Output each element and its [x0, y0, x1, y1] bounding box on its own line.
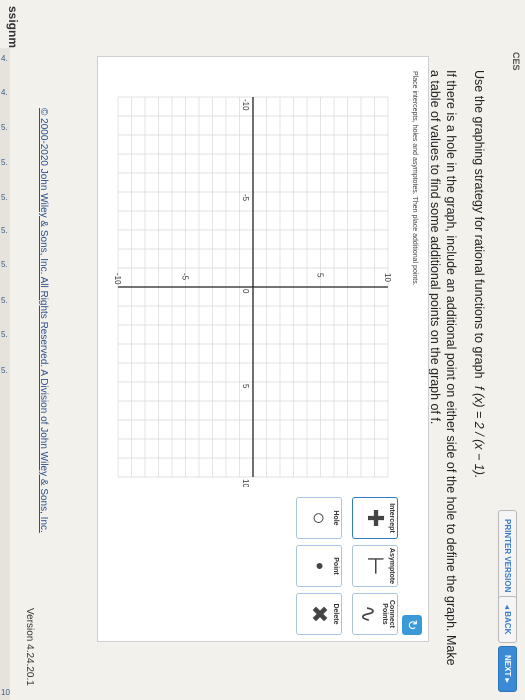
- question-list-item[interactable]: 5.: [1, 158, 8, 167]
- next-button[interactable]: NEXT ▸: [498, 646, 517, 692]
- x-tick-label: 5: [241, 384, 250, 389]
- hole-tool[interactable]: Hole ○: [296, 497, 342, 539]
- point-tool[interactable]: Point •: [296, 545, 342, 587]
- hole-instructions: If there is a hole in the graph, include…: [428, 70, 458, 666]
- refresh-icon[interactable]: ↻: [402, 615, 422, 635]
- connect-points-tool[interactable]: Connect Points ∿: [352, 593, 398, 635]
- question-list-item[interactable]: 10: [1, 688, 10, 697]
- y-tick-label: -10: [113, 273, 122, 285]
- page: ssignment 4. 4. 5. 5. 5. 5. 5. 5. 5. 5. …: [0, 0, 525, 700]
- x-tick-label: 0: [241, 289, 250, 294]
- question-list-item[interactable]: 5.: [1, 296, 8, 305]
- section-tab-label: CES: [511, 52, 521, 71]
- hole-icon: ○: [307, 511, 332, 525]
- intercept-tool[interactable]: Intercept ✚: [352, 497, 398, 539]
- graph-instructions: Place intercepts, holes and asymptotes. …: [411, 71, 418, 286]
- x-tick-label: -5: [241, 194, 250, 202]
- question-list-item[interactable]: 4.: [1, 88, 8, 97]
- tool-palette: Intercept ✚ Hole ○ Asymptote ⊢ Point • D…: [108, 497, 398, 635]
- graph-canvas[interactable]: -10 -5 0 5 10 10 5 -5 -10: [108, 87, 398, 487]
- asymptote-icon: ⊢: [363, 556, 388, 576]
- question-list-item[interactable]: 5.: [1, 123, 8, 132]
- question-list-item[interactable]: 4.: [1, 54, 8, 63]
- question-list-item[interactable]: 5.: [1, 193, 8, 202]
- question-list-item[interactable]: 5.: [1, 366, 8, 375]
- question-list-item[interactable]: 5.: [1, 260, 8, 269]
- question-list-item[interactable]: 5.: [1, 226, 8, 235]
- connect-points-icon: ∿: [356, 604, 381, 624]
- version-label: Version 4.24.20.1: [24, 608, 35, 686]
- x-tick-label: 10: [241, 479, 250, 487]
- printer-version-button[interactable]: PRINTER VERSION: [498, 510, 517, 602]
- asymptote-tool[interactable]: Asymptote ⊢: [352, 545, 398, 587]
- graph-panel: Place intercepts, holes and asymptotes. …: [97, 56, 429, 642]
- function-expression: f (x) = 2 / (x − 1).: [472, 386, 486, 479]
- y-tick-label: 10: [383, 273, 392, 282]
- question-list-item[interactable]: 5.: [1, 330, 8, 339]
- point-icon: •: [307, 562, 332, 570]
- delete-icon: ✖: [307, 604, 332, 624]
- y-tick-label: -5: [181, 273, 190, 281]
- question-text: Use the graphing strategy for rational f…: [472, 70, 486, 479]
- y-tick-label: 5: [316, 273, 325, 278]
- delete-tool[interactable]: Delete ✖: [296, 593, 342, 635]
- x-tick-label: -10: [241, 99, 250, 111]
- content-rotated: CES PRINTER VERSION ◂ BACK NEXT ▸ Use th…: [10, 48, 525, 700]
- content-viewport: CES PRINTER VERSION ◂ BACK NEXT ▸ Use th…: [10, 48, 525, 700]
- intercept-icon: ✚: [363, 508, 388, 528]
- copyright-link[interactable]: © 2000-2020 John Wiley & Sons, Inc. All …: [38, 108, 49, 533]
- back-button[interactable]: ◂ BACK: [498, 596, 517, 644]
